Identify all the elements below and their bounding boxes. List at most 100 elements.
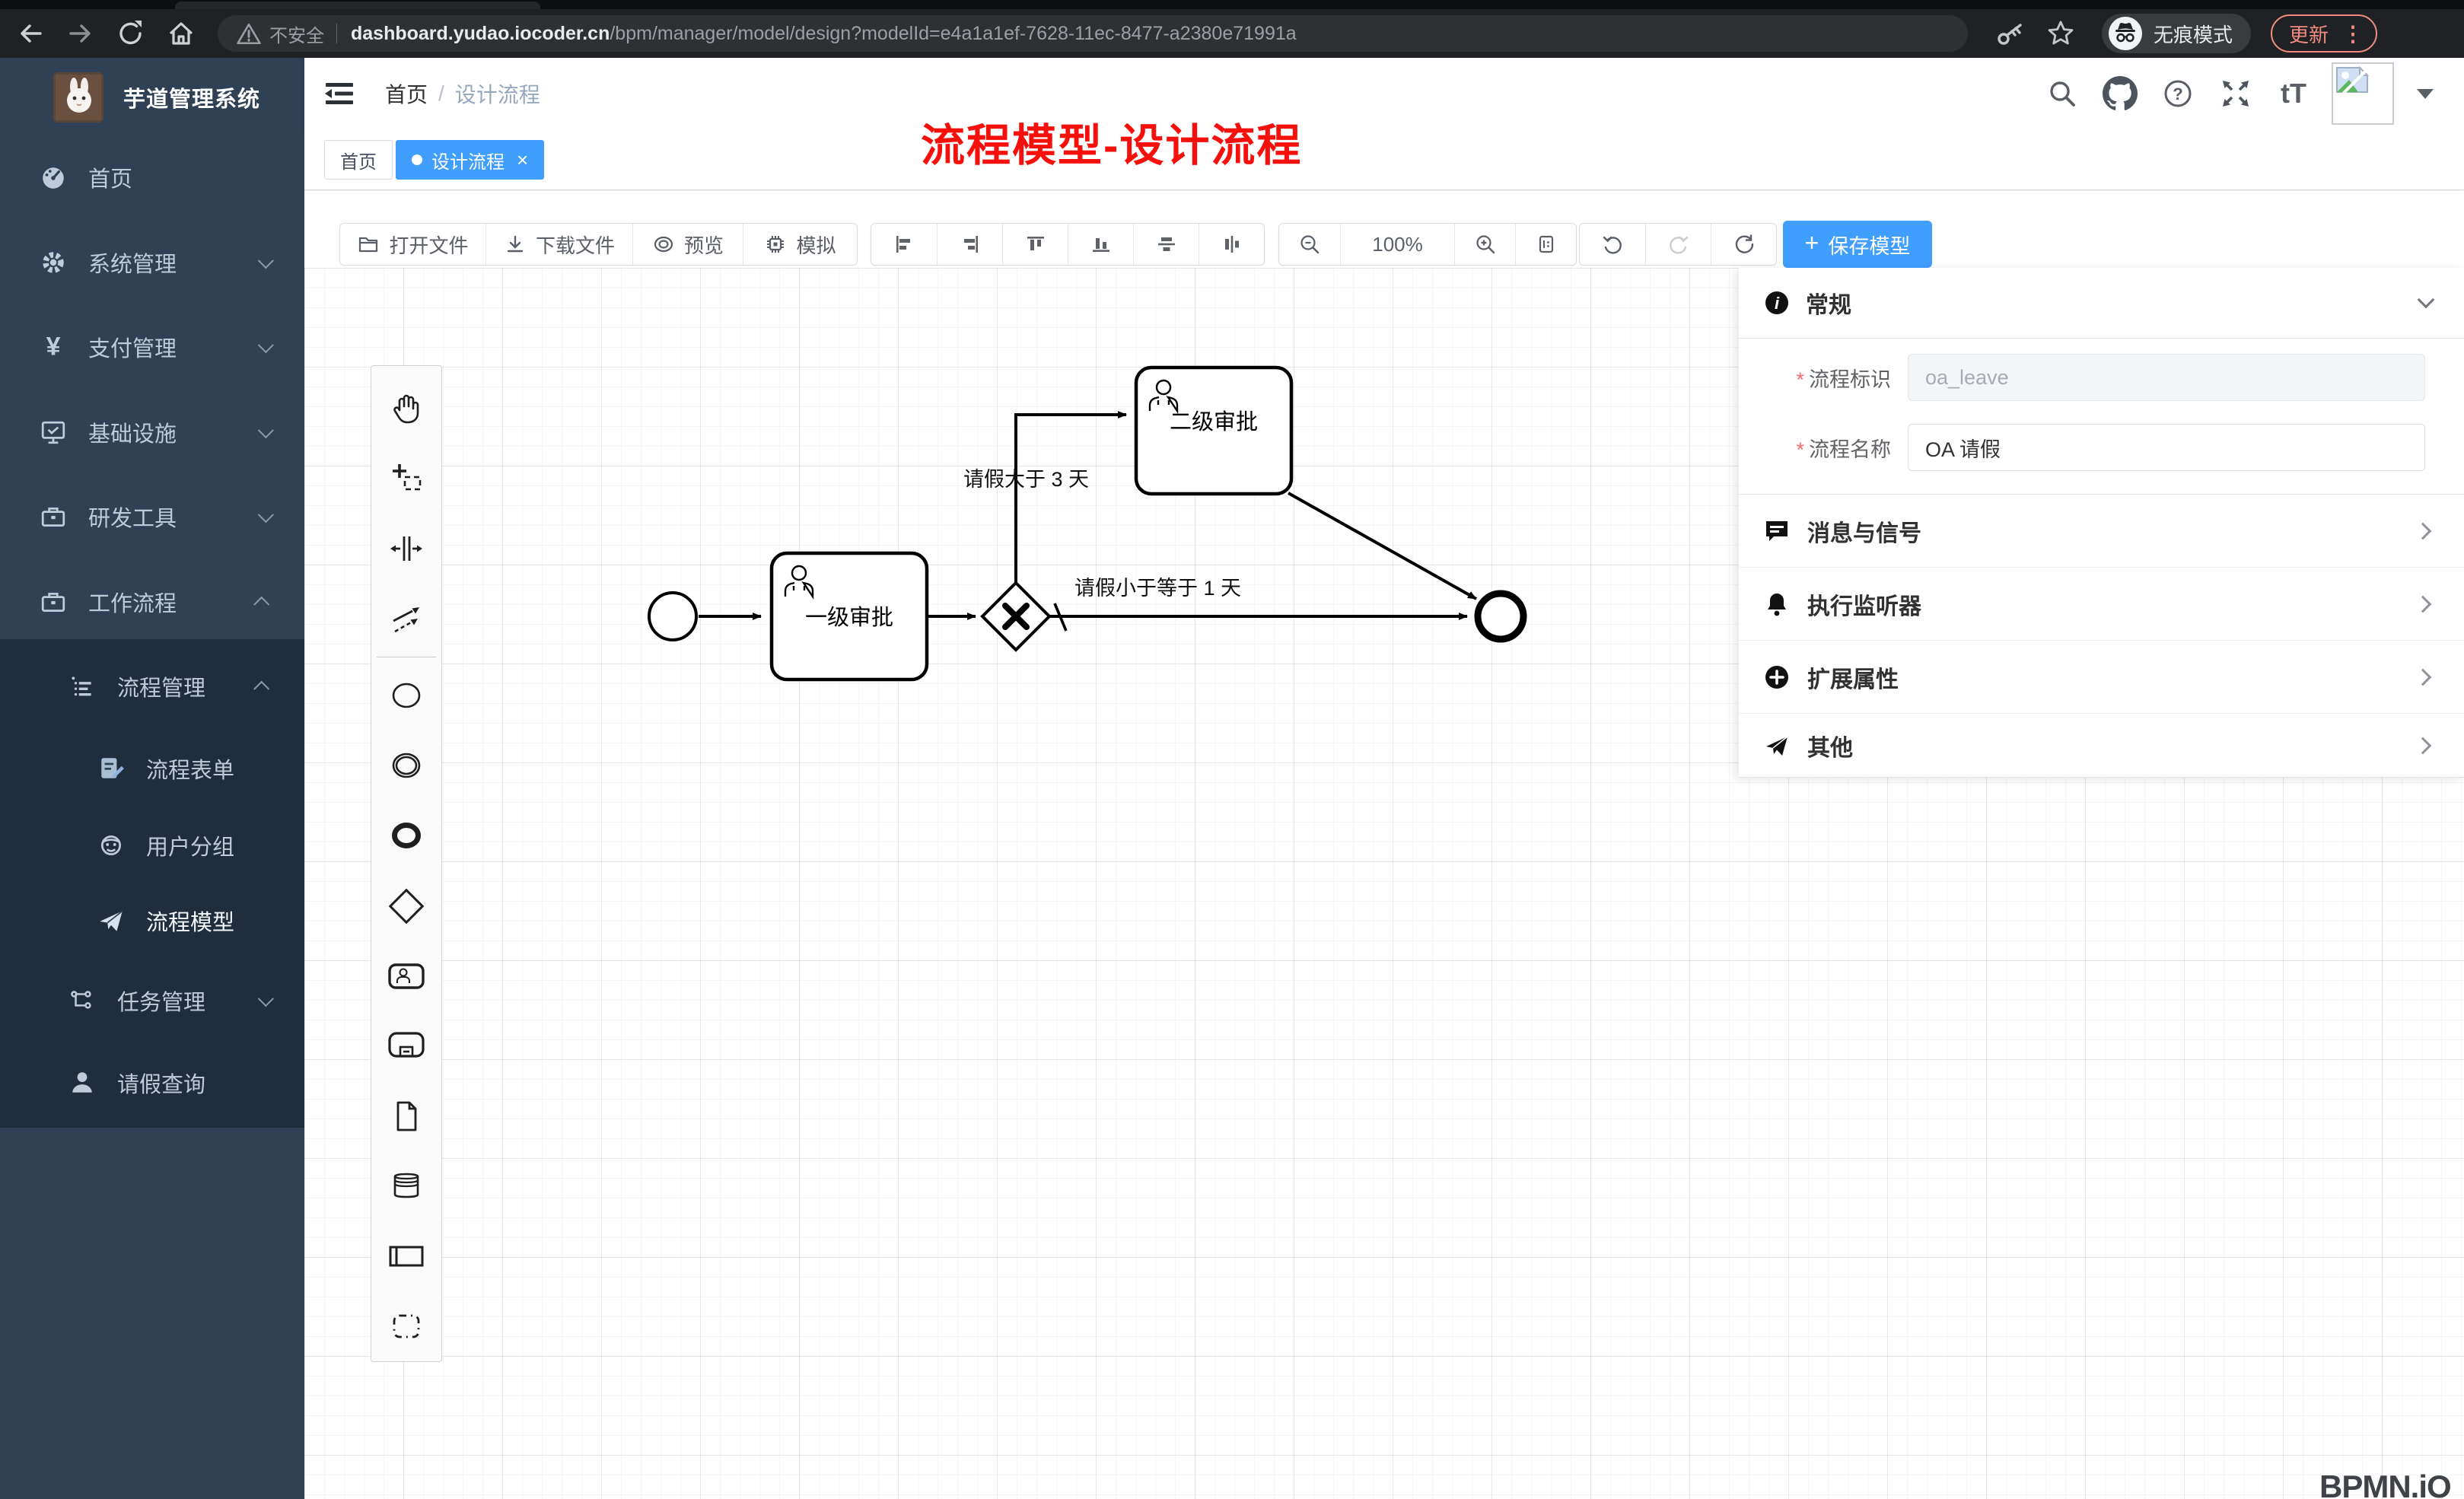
security-label[interactable]: 不安全	[269, 21, 324, 47]
breadcrumb-home[interactable]: 首页	[385, 78, 428, 109]
general-section-header[interactable]: i 常规	[1739, 268, 2464, 339]
tag-home[interactable]: 首页	[324, 140, 393, 180]
download-file-button[interactable]: 下载文件	[485, 224, 632, 265]
password-key-icon[interactable]	[1991, 14, 2030, 53]
properties-panel: i 常规 *流程标识 *流程名称	[1739, 268, 2464, 778]
back-icon[interactable]	[11, 14, 50, 53]
designer-toolbar: 打开文件 下载文件 预览 模拟	[304, 191, 2464, 268]
end-event[interactable]	[1478, 594, 1523, 639]
open-file-label: 打开文件	[389, 231, 468, 259]
search-icon[interactable]	[2042, 74, 2082, 113]
flow-task2-to-end[interactable]	[1288, 493, 1476, 599]
align-center-vertical-button[interactable]	[1199, 224, 1264, 265]
preview-button[interactable]: 预览	[632, 224, 743, 265]
sidebar-item-workflow[interactable]: 工作流程	[0, 559, 304, 644]
flow-gateway-to-task2[interactable]	[1016, 415, 1126, 583]
zoom-out-button[interactable]	[1279, 224, 1340, 265]
home-icon[interactable]	[161, 14, 201, 53]
chevron-down-icon	[258, 337, 274, 353]
sidebar-item-label: 支付管理	[88, 331, 258, 363]
dashboard-icon	[38, 164, 68, 191]
save-model-button[interactable]: + 保存模型	[1783, 221, 1932, 268]
broken-image-icon	[2335, 66, 2369, 94]
sidebar-item-system[interactable]: 系统管理	[0, 220, 304, 305]
sidebar-item-label: 首页	[88, 161, 304, 193]
flow-label-gt-3-days[interactable]: 请假大于 3 天	[963, 468, 1089, 491]
browser-toolbar: 不安全 dashboard.yudao.iocoder.cn/bpm/manag…	[0, 9, 2464, 58]
align-left-button[interactable]	[871, 224, 937, 265]
bpmn-io-logo[interactable]: BPMN.iO	[2319, 1469, 2451, 1499]
process-key-field-row: *流程标识	[1739, 354, 2464, 401]
process-name-label: 流程名称	[1809, 438, 1891, 461]
send-icon	[96, 907, 126, 934]
user-task-level2[interactable]: 二级审批	[1136, 368, 1291, 494]
app-logo	[53, 72, 103, 123]
forward-icon[interactable]	[61, 14, 100, 53]
fullscreen-icon[interactable]	[2216, 74, 2255, 113]
align-center-horizontal-button[interactable]	[1133, 224, 1199, 265]
sidebar-item-process-mgmt[interactable]: 流程管理	[0, 644, 304, 729]
bookmark-star-icon[interactable]	[2041, 14, 2080, 53]
github-icon[interactable]	[2100, 74, 2140, 113]
redo-button[interactable]	[1645, 224, 1711, 265]
sidebar-item-process-model[interactable]: 流程模型	[0, 878, 304, 963]
sidebar-item-payment[interactable]: ¥ 支付管理	[0, 304, 304, 390]
url-separator	[336, 24, 337, 43]
url-host[interactable]: dashboard.yudao.iocoder.cn	[351, 23, 610, 45]
sidebar-item-process-form[interactable]: 流程表单	[0, 726, 304, 811]
start-event[interactable]	[649, 593, 696, 640]
section-message-signal[interactable]: 消息与信号	[1739, 495, 2464, 568]
undo-button[interactable]	[1580, 224, 1645, 265]
sidebar-item-user-group[interactable]: 用户分组	[0, 803, 304, 888]
browser-active-tab[interactable]	[175, 2, 540, 9]
browser-menu-icon[interactable]: ⋮	[2342, 21, 2364, 46]
sidebar-item-leave-query[interactable]: 请假查询	[0, 1040, 304, 1125]
sidebar-item-task-mgmt[interactable]: 任务管理	[0, 958, 304, 1043]
url-path[interactable]: /bpm/manager/model/design?modelId=e4a1a1…	[610, 23, 1296, 45]
sidebar-fold-icon[interactable]	[320, 74, 359, 113]
chip-icon	[764, 233, 787, 256]
zoom-button-group: 100%	[1278, 223, 1577, 266]
zoom-level[interactable]: 100%	[1340, 224, 1454, 265]
section-extended-attributes[interactable]: 扩展属性	[1739, 641, 2464, 714]
section-other[interactable]: 其他	[1739, 714, 2464, 778]
tag-label: 设计流程	[431, 147, 505, 173]
briefcase-icon	[38, 588, 68, 616]
close-icon[interactable]: ×	[517, 148, 528, 172]
section-execution-listener[interactable]: 执行监听器	[1739, 568, 2464, 641]
flow-tree-icon	[67, 987, 97, 1014]
zoom-in-button[interactable]	[1454, 224, 1515, 265]
sidebar-item-devtools[interactable]: 研发工具	[0, 474, 304, 559]
exclusive-gateway[interactable]	[982, 583, 1049, 650]
form-edit-icon	[96, 755, 126, 782]
simulate-button[interactable]: 模拟	[743, 224, 857, 265]
breadcrumb-separator: /	[438, 81, 444, 106]
update-button[interactable]: 更新 ⋮	[2271, 14, 2377, 53]
open-file-button[interactable]: 打开文件	[340, 224, 485, 265]
chevron-right-icon	[2415, 737, 2432, 755]
sidebar-item-infra[interactable]: 基础设施	[0, 390, 304, 475]
yen-icon: ¥	[38, 333, 68, 361]
process-name-input[interactable]	[1908, 424, 2425, 471]
browser-tab-strip[interactable]	[0, 0, 2464, 9]
font-size-icon[interactable]: tT	[2274, 74, 2313, 113]
zoom-reset-button[interactable]	[1515, 224, 1576, 265]
chevron-right-icon	[2415, 522, 2432, 539]
sidebar-logo-row[interactable]: 芋道管理系统	[0, 58, 304, 137]
refresh-button[interactable]	[1711, 224, 1776, 265]
chevron-down-icon[interactable]	[2418, 291, 2435, 309]
tag-design-process[interactable]: 设计流程 ×	[396, 140, 544, 180]
url-bar[interactable]: 不安全 dashboard.yudao.iocoder.cn/bpm/manag…	[218, 15, 1968, 52]
align-bottom-button[interactable]	[1068, 224, 1133, 265]
process-key-input[interactable]	[1908, 354, 2425, 401]
reload-icon[interactable]	[111, 14, 151, 53]
help-icon[interactable]: ?	[2158, 74, 2198, 113]
flow-label-le-1-day[interactable]: 请假小于等于 1 天	[1074, 577, 1241, 600]
user-task-level1[interactable]: 一级审批	[772, 553, 927, 679]
align-right-button[interactable]	[937, 224, 1002, 265]
avatar[interactable]	[2332, 62, 2394, 125]
align-top-button[interactable]	[1002, 224, 1068, 265]
sidebar-item-home[interactable]: 首页	[0, 135, 304, 220]
avatar-caret-icon[interactable]	[2417, 89, 2434, 99]
chevron-down-icon	[258, 253, 274, 269]
